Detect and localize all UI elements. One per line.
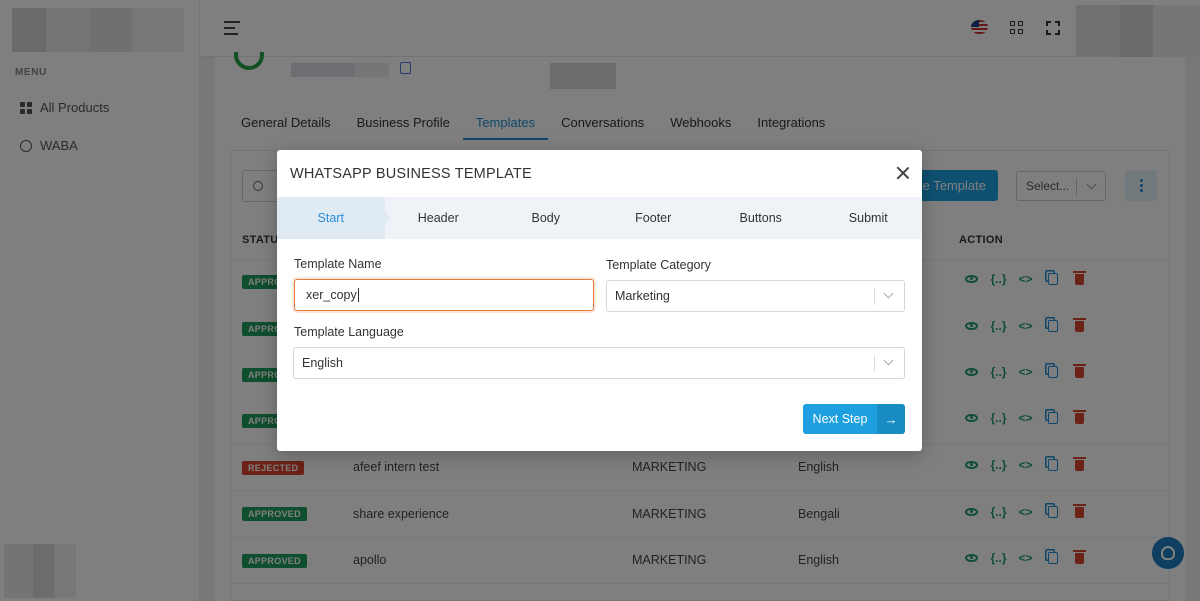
step-footer[interactable]: Footer [600,197,708,239]
template-modal: WHATSAPP BUSINESS TEMPLATE Start Header … [277,150,922,451]
step-header[interactable]: Header [385,197,493,239]
template-name-input[interactable]: xer_copy [294,279,594,311]
step-body[interactable]: Body [492,197,600,239]
chevron-down-icon [883,355,894,366]
step-start[interactable]: Start [277,197,390,239]
close-icon[interactable] [894,164,912,182]
step-buttons[interactable]: Buttons [707,197,815,239]
template-category-value: Marketing [615,289,670,303]
template-language-select[interactable]: English [293,347,905,379]
template-language-value: English [302,356,343,370]
modal-title: WHATSAPP BUSINESS TEMPLATE [290,166,532,182]
step-submit[interactable]: Submit [815,197,923,239]
next-step-button[interactable]: Next Step → [803,404,905,434]
template-category-label: Template Category [606,258,711,272]
arrow-right-icon: → [877,404,905,434]
chevron-down-icon [883,288,894,299]
next-step-label: Next Step [812,412,868,426]
wizard-steps: Start Header Body Footer Buttons Submit [277,197,922,239]
template-language-label: Template Language [294,325,404,339]
template-name-label: Template Name [294,257,382,271]
template-category-select[interactable]: Marketing [606,280,905,312]
